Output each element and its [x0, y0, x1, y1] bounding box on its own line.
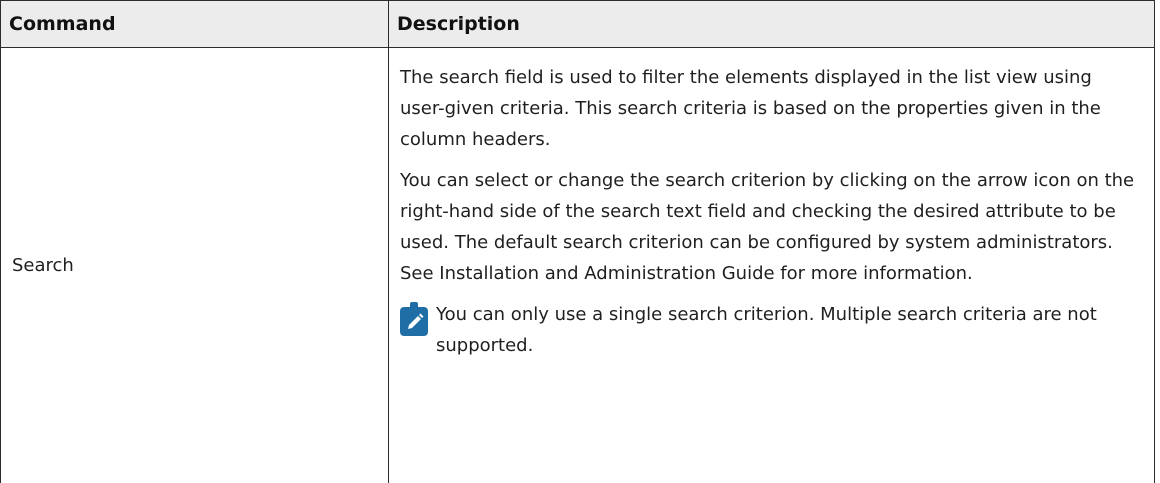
header-row: Command Description — [1, 1, 1155, 48]
header-command: Command — [1, 1, 389, 48]
description-paragraph: You can select or change the search crit… — [400, 165, 1138, 289]
note-text: You can only use a single search criteri… — [436, 299, 1138, 361]
description-cell: The search field is used to filter the e… — [389, 48, 1155, 483]
table-header: Command Description — [1, 1, 1155, 48]
note-callout: You can only use a single search criteri… — [400, 299, 1138, 361]
description-paragraph: The search field is used to filter the e… — [400, 62, 1138, 155]
pencil-note-icon — [400, 302, 428, 336]
table-row: Search The search field is used to filte… — [1, 48, 1155, 483]
header-description: Description — [389, 1, 1155, 48]
command-cell: Search — [1, 48, 389, 483]
table-body: Search The search field is used to filte… — [1, 48, 1155, 483]
command-description-table: Command Description Search The search fi… — [0, 0, 1155, 483]
